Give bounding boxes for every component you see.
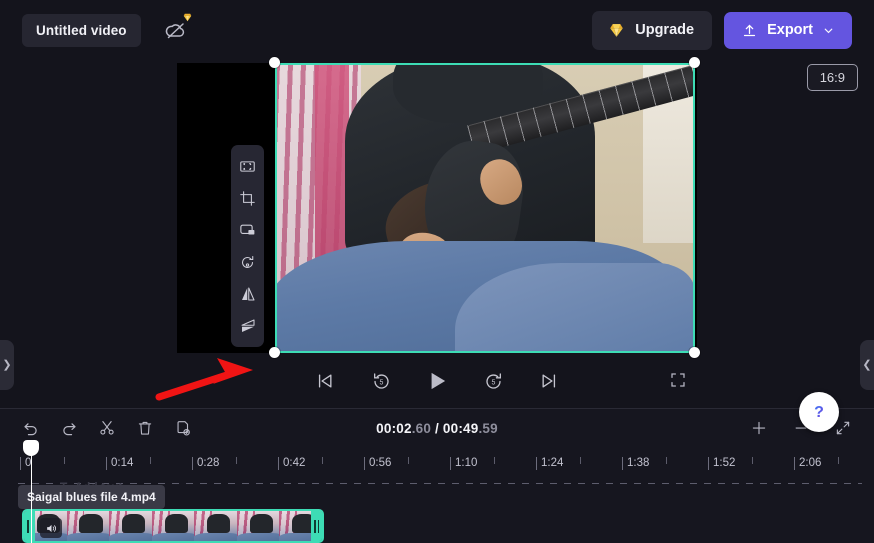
split-button[interactable] [92, 414, 122, 442]
upgrade-label: Upgrade [635, 22, 695, 38]
ruler-minor-tick [408, 457, 409, 464]
current-time: 00:02 [376, 420, 412, 436]
ruler-tick: 1:38 [622, 457, 649, 470]
rewind-5-button[interactable]: 5 [366, 366, 396, 396]
current-time-fraction: .60 [411, 420, 432, 436]
top-bar: Untitled video Upgrade Export [0, 0, 874, 60]
upload-arrow-icon [743, 24, 756, 36]
skip-to-start-button[interactable] [310, 366, 340, 396]
timeline-playhead-handle[interactable] [23, 440, 39, 543]
undo-button[interactable] [16, 414, 46, 442]
zoom-in-button[interactable] [744, 414, 774, 442]
ruler-minor-tick [64, 457, 65, 464]
clip-trim-handle-right[interactable] [311, 511, 322, 541]
ruler-tick: 2:06 [794, 457, 821, 470]
resize-handle-top-right[interactable] [689, 57, 700, 68]
video-tools-panel [231, 145, 264, 347]
ruler-minor-tick [838, 457, 839, 464]
flip-vertical-icon[interactable] [231, 310, 264, 342]
export-button[interactable]: Export [724, 11, 852, 49]
resize-handle-bottom-right[interactable] [689, 347, 700, 358]
ruler-tick: 0:56 [364, 457, 391, 470]
video-media[interactable] [275, 63, 695, 353]
ruler-minor-tick [752, 457, 753, 464]
svg-text:5: 5 [379, 379, 383, 386]
ruler-minor-tick [666, 457, 667, 464]
project-title-input[interactable]: Untitled video [22, 13, 141, 47]
flip-horizontal-icon[interactable] [231, 278, 264, 310]
ruler-tick: 0:28 [192, 457, 219, 470]
play-button[interactable] [422, 366, 452, 396]
ruler-minor-tick [580, 457, 581, 464]
timeline-edit-tools [16, 414, 198, 442]
clip-thumbnails [24, 511, 322, 541]
playback-controls: 5 5 [0, 358, 874, 404]
left-panel-toggle[interactable]: ❯ [0, 340, 14, 390]
timeline-toolbar: 00:02.60 / 00:49.59 [0, 409, 874, 447]
ruler-minor-tick [494, 457, 495, 464]
help-button[interactable]: ? [799, 392, 839, 432]
premium-gem-icon [183, 13, 191, 22]
total-time-fraction: .59 [478, 420, 498, 436]
picture-in-picture-icon[interactable] [231, 214, 264, 246]
export-label: Export [767, 22, 813, 38]
timeline-drop-guide [18, 483, 862, 484]
resize-handle-bottom-left[interactable] [269, 347, 280, 358]
total-time: 00:49 [442, 420, 479, 436]
redo-button[interactable] [54, 414, 84, 442]
duplicate-button[interactable] [168, 414, 198, 442]
fit-timeline-icon [836, 421, 850, 435]
video-editor-app: Untitled video Upgrade Export 16:9 5 5 ❯… [0, 0, 874, 543]
cloud-off-icon[interactable] [159, 13, 193, 47]
ruler-minor-tick [322, 457, 323, 464]
forward-5-button[interactable]: 5 [478, 366, 508, 396]
timeline-clip[interactable] [22, 509, 324, 543]
crop-icon[interactable] [231, 182, 264, 214]
delete-button[interactable] [130, 414, 160, 442]
video-still-image [275, 63, 695, 353]
skip-to-end-button[interactable] [534, 366, 564, 396]
speaker-icon [46, 524, 56, 532]
timeline-ruler[interactable]: 0 0:14 0:28 0:42 0:56 1:10 1:24 1:38 1:5… [0, 451, 874, 479]
question-mark-icon: ? [814, 404, 824, 421]
clip-name-tooltip: Saigal blues file 4.mp4 [18, 485, 165, 509]
svg-text:?: ? [814, 404, 824, 421]
fullscreen-icon[interactable] [664, 366, 692, 394]
time-separator: / [431, 420, 443, 436]
upgrade-button[interactable]: Upgrade [592, 10, 713, 50]
clip-volume-button[interactable] [40, 518, 62, 538]
ruler-tick: 1:10 [450, 457, 477, 470]
fit-to-frame-icon[interactable] [231, 150, 264, 182]
topbar-actions: Upgrade Export [592, 10, 852, 50]
chevron-down-icon [824, 28, 833, 33]
diamond-icon [610, 23, 624, 37]
ruler-tick: 0:14 [106, 457, 133, 470]
ruler-tick: 1:24 [536, 457, 563, 470]
chevron-right-icon: ❯ [2, 358, 12, 371]
chevron-left-icon: ❮ [862, 358, 872, 371]
preview-stage: 16:9 5 5 ❯ ❮ ? [0, 57, 874, 465]
aspect-ratio-badge[interactable]: 16:9 [806, 64, 858, 91]
ruler-tick: 1:52 [708, 457, 735, 470]
svg-text:5: 5 [491, 379, 495, 386]
resize-handle-top-left[interactable] [269, 57, 280, 68]
ruler-minor-tick [236, 457, 237, 464]
ruler-minor-tick [150, 457, 151, 464]
plus-icon [752, 421, 766, 435]
rotate-icon[interactable] [231, 246, 264, 278]
ruler-tick: 0:42 [278, 457, 305, 470]
right-panel-toggle[interactable]: ❮ [860, 340, 874, 390]
